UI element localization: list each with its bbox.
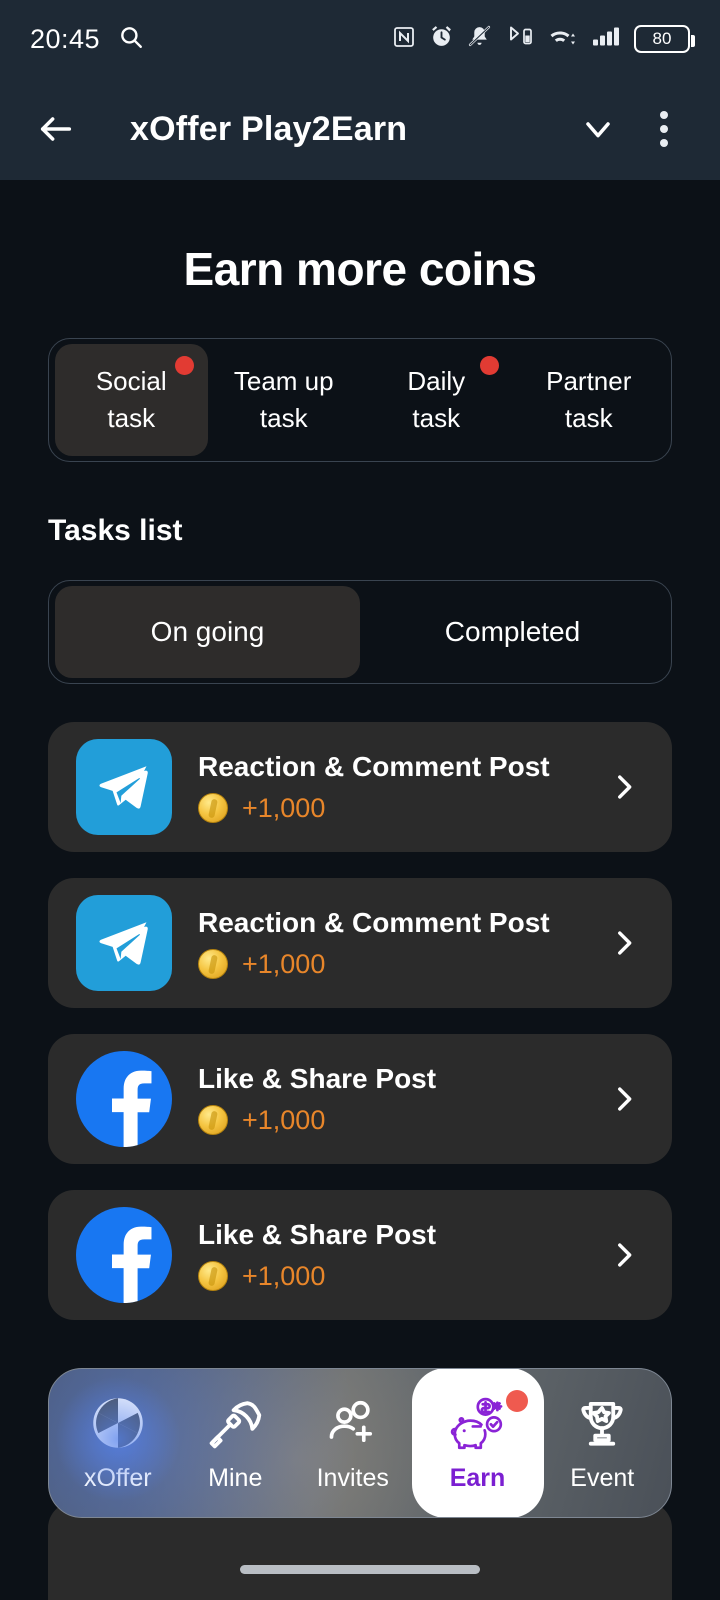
tasks-list-heading: Tasks list bbox=[48, 514, 183, 547]
category-tab-daily[interactable]: Daily task bbox=[360, 344, 513, 456]
status-bar-left: 20:45 bbox=[30, 24, 144, 55]
task-title: Reaction & Comment Post bbox=[198, 750, 550, 782]
notification-dot-icon bbox=[505, 1390, 528, 1412]
bluetooth-battery-icon bbox=[505, 24, 535, 54]
chevron-right-icon[interactable] bbox=[604, 926, 644, 960]
task-reward-amount: +1,000 bbox=[242, 792, 326, 823]
nav-item-event[interactable]: Event bbox=[544, 1369, 662, 1517]
category-tab-teamup-line2: task bbox=[259, 403, 308, 433]
category-tab-bar: Social task Team up task Daily task Part… bbox=[48, 338, 672, 462]
notification-dot-icon bbox=[174, 356, 194, 375]
bell-muted-icon bbox=[467, 24, 492, 54]
status-bar-clock: 20:45 bbox=[30, 23, 101, 54]
chevron-right-icon[interactable] bbox=[604, 770, 644, 804]
search-icon[interactable] bbox=[118, 24, 144, 55]
nav-item-invites[interactable]: Invites bbox=[294, 1369, 412, 1517]
task-details: Like & Share Post +1,000 bbox=[198, 1063, 578, 1136]
trophy-icon bbox=[575, 1394, 629, 1452]
task-details: Like & Share Post +1,000 bbox=[198, 1219, 578, 1292]
coin-icon bbox=[198, 793, 228, 823]
app-bar: xOffer Play2Earn bbox=[0, 78, 720, 180]
chevron-down-icon[interactable] bbox=[570, 101, 626, 157]
nav-item-xoffer[interactable]: xOffer bbox=[52, 1369, 183, 1517]
telegram-icon bbox=[76, 739, 172, 835]
task-title: Like & Share Post bbox=[198, 1062, 437, 1094]
category-tab-partner-line2: task bbox=[564, 403, 613, 433]
task-reward-amount: +1,000 bbox=[242, 1260, 326, 1291]
nav-item-earn[interactable]: Earn bbox=[411, 1369, 544, 1517]
nav-label-event: Event bbox=[570, 1463, 635, 1492]
wifi-icon bbox=[548, 24, 578, 54]
task-reward-amount: +1,000 bbox=[242, 948, 326, 979]
bottom-navigation-bar: xOffer Mine Invites Earn Event bbox=[48, 1368, 672, 1518]
nav-label-earn: Earn bbox=[449, 1463, 506, 1492]
overflow-dots bbox=[660, 111, 668, 147]
battery-indicator: 80 bbox=[634, 25, 695, 53]
alarm-icon bbox=[429, 24, 454, 54]
task-list: Reaction & Comment Post +1,000 Reaction … bbox=[48, 722, 672, 1320]
coin-icon bbox=[198, 949, 228, 979]
nav-label-xoffer: xOffer bbox=[83, 1463, 152, 1492]
add-people-icon bbox=[325, 1394, 381, 1452]
category-tab-social-line1: Social bbox=[95, 366, 167, 397]
page-title: xOffer Play2Earn bbox=[130, 109, 408, 148]
category-tab-daily-line1: Daily bbox=[407, 366, 466, 397]
earn-heading: Earn more coins bbox=[183, 243, 537, 295]
task-title: Like & Share Post bbox=[198, 1218, 437, 1250]
task-status-tab-bar: On going Completed bbox=[48, 580, 672, 684]
chevron-right-icon[interactable] bbox=[604, 1082, 644, 1116]
tab-ongoing[interactable]: On going bbox=[55, 586, 360, 678]
category-tab-partner-line1: Partner bbox=[546, 366, 632, 397]
arrow-left-icon[interactable] bbox=[28, 101, 84, 157]
category-tab-teamup[interactable]: Team up task bbox=[208, 344, 361, 456]
task-reward: +1,000 bbox=[198, 1105, 578, 1136]
category-tab-social[interactable]: Social task bbox=[55, 344, 208, 456]
status-bar-right: 80 bbox=[392, 24, 695, 54]
task-reward: +1,000 bbox=[198, 793, 578, 824]
telegram-icon bbox=[76, 895, 172, 991]
home-indicator[interactable] bbox=[240, 1565, 480, 1574]
task-row[interactable]: Like & Share Post +1,000 bbox=[48, 1190, 672, 1320]
task-reward: +1,000 bbox=[198, 1261, 578, 1292]
category-tab-partner[interactable]: Partner task bbox=[513, 344, 666, 456]
category-tab-social-line2: task bbox=[107, 403, 156, 433]
nav-label-mine: Mine bbox=[208, 1463, 263, 1492]
task-details: Reaction & Comment Post +1,000 bbox=[198, 751, 578, 824]
chevron-right-icon[interactable] bbox=[604, 1238, 644, 1272]
nav-item-mine[interactable]: Mine bbox=[177, 1369, 295, 1517]
task-reward: +1,000 bbox=[198, 949, 578, 980]
coin-icon bbox=[198, 1105, 228, 1135]
task-details: Reaction & Comment Post +1,000 bbox=[198, 907, 578, 980]
pickaxe-icon bbox=[208, 1394, 262, 1452]
xoffer-logo-icon bbox=[91, 1394, 145, 1452]
more-vertical-icon[interactable] bbox=[636, 101, 692, 157]
tab-completed[interactable]: Completed bbox=[360, 586, 665, 678]
task-row[interactable]: Reaction & Comment Post +1,000 bbox=[48, 878, 672, 1008]
category-tab-daily-line2: task bbox=[412, 403, 461, 433]
notification-dot-icon bbox=[479, 356, 499, 375]
task-title: Reaction & Comment Post bbox=[198, 906, 550, 938]
nfc-icon bbox=[392, 25, 416, 54]
phone-screen: 20:45 80 xOffer Play2Earn Earn more coin… bbox=[0, 0, 720, 1600]
coin-icon bbox=[198, 1261, 228, 1291]
task-row[interactable]: Reaction & Comment Post +1,000 bbox=[48, 722, 672, 852]
task-reward-amount: +1,000 bbox=[242, 1104, 326, 1135]
piggy-bank-icon bbox=[447, 1394, 509, 1452]
facebook-icon bbox=[76, 1051, 172, 1147]
task-row[interactable]: Like & Share Post +1,000 bbox=[48, 1034, 672, 1164]
status-bar: 20:45 80 bbox=[0, 0, 720, 78]
nav-label-invites: Invites bbox=[316, 1463, 389, 1492]
facebook-icon bbox=[76, 1207, 172, 1303]
signal-icon bbox=[591, 24, 621, 54]
category-tab-teamup-line1: Team up bbox=[233, 366, 334, 397]
